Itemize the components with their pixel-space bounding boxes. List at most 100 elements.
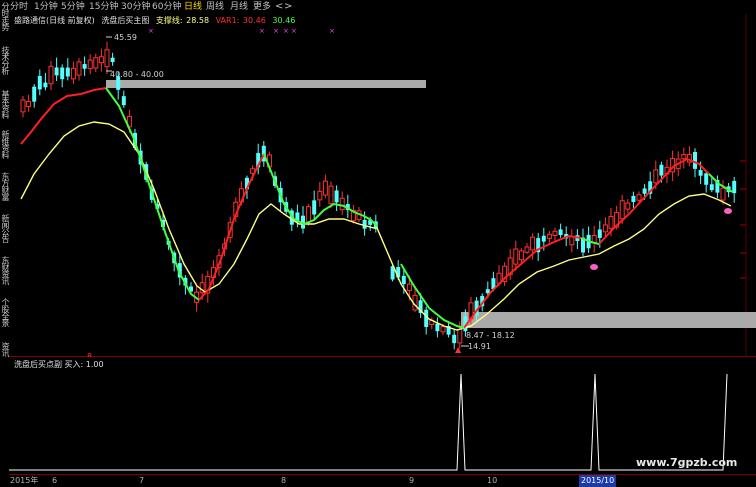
candle-body — [317, 190, 323, 201]
period-toolbar: 分时 1分钟 5分钟 15分钟 30分钟 60分钟 日线 周线 月线 更多 < … — [9, 0, 756, 14]
time-label-year: 2015年 — [10, 476, 39, 485]
sidebar-tab-fenshi[interactable]: 分时走势 — [0, 2, 9, 42]
subchart-title[interactable]: 洗盘后买点副 — [14, 360, 62, 369]
candle-body — [65, 67, 70, 77]
candle-body — [48, 65, 54, 85]
time-label-cursor: 2015/10 — [579, 475, 617, 487]
support-value: 28.58 — [186, 16, 210, 25]
candle-body — [625, 202, 631, 210]
candle-body — [653, 169, 659, 184]
third-value: 30.46 — [272, 16, 296, 25]
candle-body — [698, 170, 703, 176]
candle-body — [87, 59, 93, 70]
candle-body — [541, 235, 546, 242]
candle-body — [312, 200, 317, 215]
watermark: www.7gpzb.com — [636, 456, 738, 469]
candle-body — [631, 195, 636, 202]
sidebar-tab-jishu[interactable]: 技术分析 — [0, 46, 9, 86]
sidebar-tab-dongfang[interactable]: 东方财富 — [0, 172, 9, 212]
svg-text:×: × — [148, 27, 154, 35]
tab-weekly[interactable]: 周线 — [206, 1, 224, 13]
buy-value: 买入: 1.00 — [64, 360, 104, 369]
time-label-jul: 7 — [139, 476, 145, 485]
candle-body — [440, 326, 446, 333]
svg-text:×: × — [291, 27, 297, 35]
candle-body — [709, 184, 714, 191]
candle-body — [104, 49, 110, 68]
sidebar-tab-zixun[interactable]: 资讯 — [0, 342, 9, 372]
candle-body — [32, 86, 37, 102]
candle-body — [636, 194, 642, 201]
candle-body — [693, 152, 697, 169]
candle-body — [558, 229, 563, 236]
resistance-range-label: 40.80 - 40.00 — [110, 70, 164, 79]
candle-body — [93, 57, 99, 69]
tab-15min[interactable]: 15分钟 — [89, 1, 118, 13]
candle-body — [569, 236, 575, 246]
candle-body — [339, 197, 345, 211]
candle-body — [619, 200, 625, 220]
prev-arrow-icon[interactable]: < — [275, 1, 283, 12]
candle-body — [485, 289, 490, 294]
candle-body — [659, 164, 664, 176]
sidebar-tab-gegu[interactable]: 个股全景 — [0, 298, 9, 338]
support-range-label: 8.47 - 18.12 — [466, 331, 515, 340]
sidebar-tab-xinwei[interactable]: 新维资料 — [0, 130, 9, 170]
candle-body — [518, 250, 524, 261]
svg-text:×: × — [329, 27, 335, 35]
svg-text:×: × — [273, 27, 279, 35]
tab-60min[interactable]: 60分钟 — [152, 1, 181, 13]
candle-body — [26, 100, 32, 108]
tab-5min[interactable]: 5分钟 — [61, 1, 85, 13]
svg-text:×: × — [259, 27, 265, 35]
var1-label: VAR1: — [215, 16, 240, 25]
candle-body — [322, 180, 328, 196]
tab-1min[interactable]: 1分钟 — [34, 1, 58, 13]
candle-body — [306, 206, 312, 223]
sidebar-tab-xinwen[interactable]: 新闻公告 — [0, 214, 9, 254]
candle-body — [70, 67, 76, 80]
candle-body — [602, 224, 608, 233]
var1-value: 30.46 — [242, 16, 266, 25]
candle-body — [608, 215, 614, 229]
candle-body — [82, 64, 87, 69]
svg-text:×: × — [283, 27, 289, 35]
main-chart-bg — [9, 14, 756, 357]
candle-body — [546, 233, 552, 239]
candle-body — [435, 323, 440, 332]
candle-body — [513, 248, 519, 265]
svg-text:▲: ▲ — [455, 345, 462, 354]
candle-body — [401, 275, 406, 285]
subchart-header: 洗盘后买点副 买入: 1.00 — [14, 360, 104, 370]
candle-body — [121, 96, 126, 106]
tab-30min[interactable]: 30分钟 — [121, 1, 150, 13]
candle-body — [20, 99, 26, 113]
candle-body — [452, 334, 457, 344]
candle-body — [98, 56, 104, 64]
time-label-jun: 6 — [52, 476, 58, 485]
candle-body — [681, 154, 687, 160]
tab-more[interactable]: 更多 — [253, 1, 271, 13]
candle-body — [704, 173, 709, 185]
sidebar-tab-dongcai[interactable]: 东财资讯 — [0, 256, 9, 296]
candle-body — [720, 187, 726, 201]
low-price-label: 14.91 — [468, 342, 491, 351]
candle-body — [524, 246, 530, 253]
resistance-band — [106, 80, 426, 88]
sidebar-tab-jiben[interactable]: 基本资料 — [0, 90, 9, 130]
indicator-header: 盛路通信(日线 前复权) 洗盘后买主图 支撑线: 28.58 VAR1: 30.… — [14, 16, 299, 26]
time-label-sep: 9 — [409, 476, 415, 485]
tab-fenshi[interactable]: 分时 — [10, 1, 28, 13]
next-arrow-icon[interactable]: > — [284, 1, 292, 12]
formula-name[interactable]: 洗盘后买主图 — [101, 16, 149, 25]
candle-body — [552, 230, 558, 236]
tab-daily[interactable]: 日线 — [184, 1, 202, 13]
tab-monthly[interactable]: 月线 — [230, 1, 248, 13]
high-price-label: 45.59 — [114, 33, 137, 42]
kline-main-chart[interactable]: × × × × × × ▲ 8 — [9, 14, 756, 357]
candle-body — [362, 219, 367, 229]
time-label-oct: 10 — [487, 476, 498, 485]
stock-name: 盛路通信(日线 前复权) — [14, 16, 95, 25]
candle-body — [334, 190, 339, 203]
time-label-aug: 8 — [281, 476, 287, 485]
